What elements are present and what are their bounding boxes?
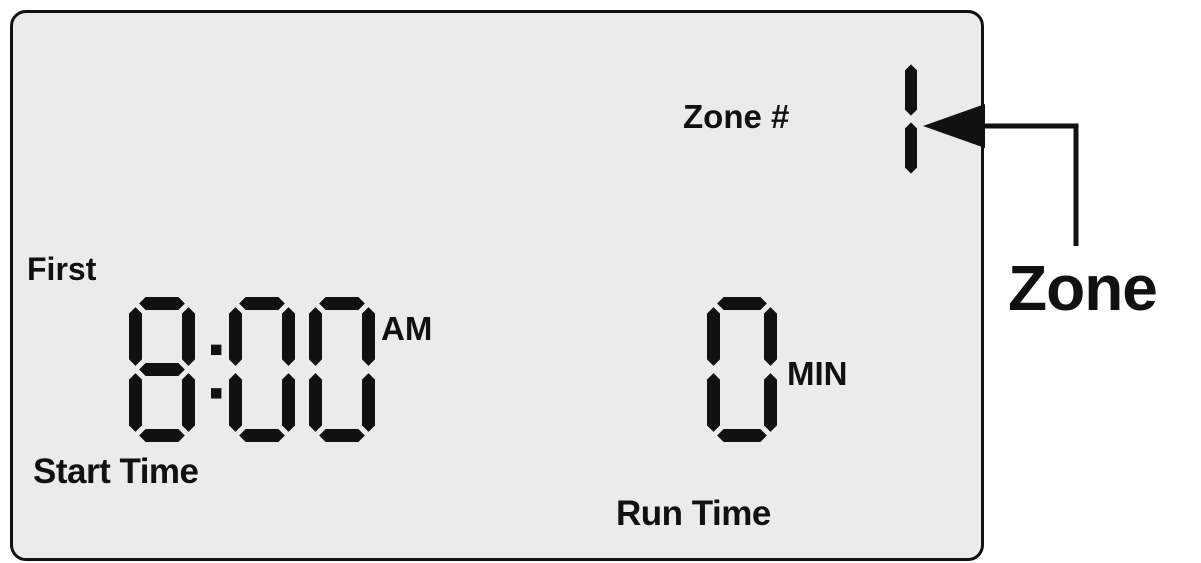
segment-b xyxy=(282,307,295,366)
digit-8 xyxy=(129,297,195,442)
callout-arrowhead xyxy=(923,104,985,148)
zone-callout-pointer xyxy=(923,104,1079,246)
colon-separator xyxy=(211,344,222,399)
lcd-segment-layer xyxy=(129,64,1079,442)
segment-e xyxy=(129,373,142,432)
segment-c xyxy=(362,373,375,432)
segment-c xyxy=(282,373,295,432)
segment-b xyxy=(182,307,195,366)
digit-0 xyxy=(707,297,777,442)
segment-c xyxy=(764,373,777,432)
segment-a xyxy=(139,297,185,310)
segment-c xyxy=(182,373,195,432)
segment-a xyxy=(239,297,285,310)
digit-1 xyxy=(905,64,917,174)
segment-d xyxy=(239,429,285,442)
segment-c xyxy=(905,122,917,174)
colon-dot xyxy=(211,388,222,399)
segment-b xyxy=(764,307,777,366)
segment-f xyxy=(707,307,720,366)
segment-f xyxy=(229,307,242,366)
segment-a xyxy=(717,297,767,310)
segment-f xyxy=(129,307,142,366)
segment-d xyxy=(717,429,767,442)
start-time-digits xyxy=(129,297,375,442)
segment-e xyxy=(229,373,242,432)
segment-d xyxy=(139,429,185,442)
digit-0 xyxy=(229,297,295,442)
segment-b xyxy=(362,307,375,366)
segment-b xyxy=(905,64,917,116)
run-time-digits xyxy=(707,297,777,442)
segment-e xyxy=(707,373,720,432)
segment-e xyxy=(309,373,322,432)
colon-dot xyxy=(211,344,222,356)
segment-d xyxy=(319,429,365,442)
zone-number-digits xyxy=(905,64,917,174)
segment-f xyxy=(309,307,322,366)
segment-g xyxy=(139,363,185,376)
segment-a xyxy=(319,297,365,310)
digit-0 xyxy=(309,297,375,442)
